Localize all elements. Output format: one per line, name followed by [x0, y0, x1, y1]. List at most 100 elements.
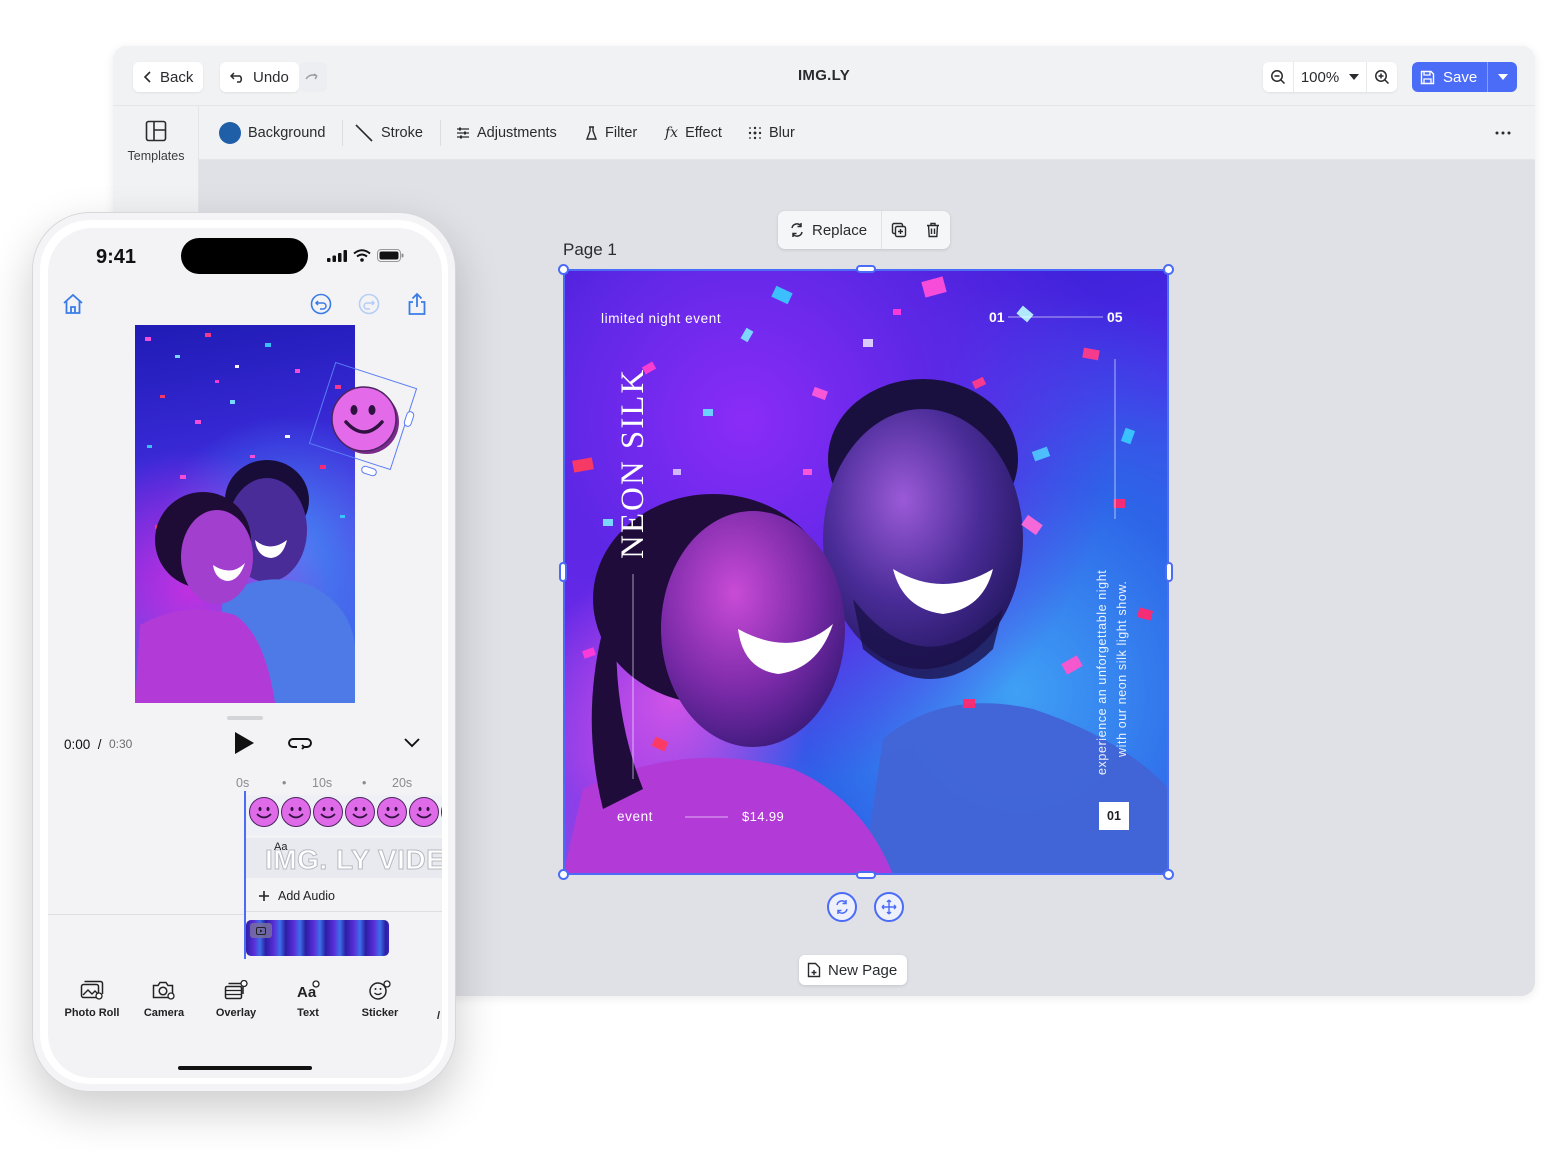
add-page-icon	[807, 962, 821, 978]
undo-button[interactable]	[308, 291, 334, 317]
new-page-label: New Page	[828, 961, 898, 979]
total-time: 0:30	[109, 737, 133, 751]
smiley-icon	[256, 807, 272, 819]
video-clip-icon	[250, 923, 272, 938]
play-button[interactable]	[232, 731, 256, 757]
smiley-sticker-icon[interactable]	[329, 384, 401, 456]
text-track[interactable]: IMG. LY VIDEO Aa	[246, 838, 442, 878]
poster-title: NEON SILK	[615, 367, 651, 559]
zoom-in-icon	[1375, 70, 1390, 85]
tab-overlay[interactable]: Overlay	[200, 980, 272, 1019]
zoom-in-button[interactable]	[1367, 62, 1397, 92]
home-button[interactable]	[60, 291, 86, 317]
photo-roll-label: Photo Roll	[64, 1007, 120, 1019]
wifi-icon	[353, 249, 371, 262]
save-button[interactable]: Save	[1412, 62, 1487, 92]
blur-dots-icon	[748, 126, 762, 140]
video-preview[interactable]	[135, 325, 355, 703]
home-indicator	[178, 1066, 312, 1070]
sticker-clip	[281, 797, 311, 827]
ruler-mark: 10s	[312, 776, 333, 790]
rotate-handle[interactable]	[827, 892, 857, 922]
overlay-icon	[224, 980, 248, 1000]
fx-icon: fx	[665, 125, 679, 141]
resize-handle-top-left[interactable]	[558, 264, 569, 275]
filter-tool[interactable]: Filter	[585, 120, 637, 146]
smiley-icon	[384, 807, 400, 819]
effect-tool[interactable]: fx Effect	[665, 120, 722, 146]
zoom-out-button[interactable]	[1263, 62, 1293, 92]
move-handle[interactable]	[874, 892, 904, 922]
poster-image[interactable]: limited night event 01 05 NEON SILK expe…	[563, 269, 1169, 875]
zoom-select[interactable]: 100%	[1293, 62, 1367, 92]
undo-button[interactable]: Undo	[220, 62, 299, 92]
dynamic-island	[181, 238, 308, 274]
delete-button[interactable]	[916, 211, 950, 249]
replace-icon	[791, 223, 803, 237]
caret-down-icon	[1497, 74, 1508, 80]
background-tool[interactable]: Background	[219, 120, 325, 146]
sticker-handle[interactable]	[360, 464, 378, 478]
resize-handle-bottom-right[interactable]	[1163, 869, 1174, 880]
filter-label: Filter	[605, 125, 638, 141]
play-badge-icon	[256, 926, 266, 935]
redo-button[interactable]	[356, 291, 382, 317]
resize-handle-right[interactable]	[1165, 562, 1173, 582]
resize-handle-top[interactable]	[856, 265, 876, 273]
blur-label: Blur	[769, 125, 795, 141]
play-icon	[235, 732, 254, 754]
ruler-dot: •	[362, 776, 367, 790]
templates-label: Templates	[127, 149, 185, 163]
stroke-tool[interactable]: Stroke	[354, 120, 423, 146]
toolbar-divider	[440, 120, 441, 146]
sticker-track[interactable]	[246, 795, 442, 835]
redo-button[interactable]	[299, 62, 327, 92]
collapse-timeline-button[interactable]	[402, 734, 422, 754]
camera-icon	[152, 981, 175, 1000]
sticker-label: Sticker	[361, 1007, 399, 1019]
save-options-button[interactable]	[1487, 62, 1517, 92]
replace-button[interactable]: Replace	[778, 211, 883, 249]
sticker-clip	[409, 797, 439, 827]
poster-price: $14.99	[742, 809, 785, 824]
share-button[interactable]	[404, 291, 430, 317]
resize-handle-top-right[interactable]	[1163, 264, 1174, 275]
poster-tagline: limited night event	[601, 311, 722, 326]
resize-handle-left[interactable]	[559, 562, 567, 582]
text-add-icon: Aa	[297, 980, 320, 1000]
phone-mockup: 9:41 0:00 / 0:30 0s • 10s • 20s IMG. LY …	[32, 212, 456, 1092]
tab-overflow-partial: /	[437, 1010, 441, 1022]
preview-illustration	[135, 333, 355, 703]
back-button[interactable]: Back	[133, 62, 204, 92]
tab-sticker[interactable]: Sticker	[344, 980, 416, 1019]
sheet-grabber[interactable]	[227, 716, 263, 720]
text-track-badge: Aa	[274, 841, 288, 853]
new-page-button[interactable]: New Page	[799, 955, 908, 985]
poster-page-number: 01	[1099, 802, 1129, 830]
photo-roll-icon	[80, 980, 104, 1000]
more-options-button[interactable]	[1489, 121, 1517, 145]
caret-down-icon	[1349, 74, 1360, 80]
chevron-left-icon	[143, 71, 151, 83]
tab-camera[interactable]: Camera	[128, 980, 200, 1019]
adjustments-tool[interactable]: Adjustments	[456, 120, 557, 146]
blur-tool[interactable]: Blur	[748, 120, 795, 146]
overlay-label: Overlay	[215, 1007, 257, 1019]
sidebar-item-templates[interactable]: Templates	[113, 120, 199, 163]
phone-screen: 9:41 0:00 / 0:30 0s • 10s • 20s IMG. LY …	[48, 228, 442, 1078]
video-track-clip[interactable]	[246, 920, 389, 956]
save-label: Save	[1443, 68, 1478, 86]
add-audio-button[interactable]: Add Audio	[246, 880, 442, 912]
zoom-control: 100%	[1263, 62, 1397, 92]
loop-button[interactable]	[287, 733, 313, 755]
save-group: Save	[1412, 62, 1518, 92]
trash-icon	[927, 222, 940, 238]
resize-handle-bottom-left[interactable]	[558, 869, 569, 880]
battery-icon	[377, 249, 404, 262]
resize-handle-bottom[interactable]	[856, 871, 876, 879]
tab-photo-roll[interactable]: Photo Roll	[56, 980, 128, 1019]
top-bar: Back Undo IMG.LY 100% Save	[113, 46, 1535, 106]
duplicate-button[interactable]	[882, 211, 916, 249]
tab-text[interactable]: Aa Text	[272, 980, 344, 1019]
undo-circle-icon	[310, 293, 332, 315]
